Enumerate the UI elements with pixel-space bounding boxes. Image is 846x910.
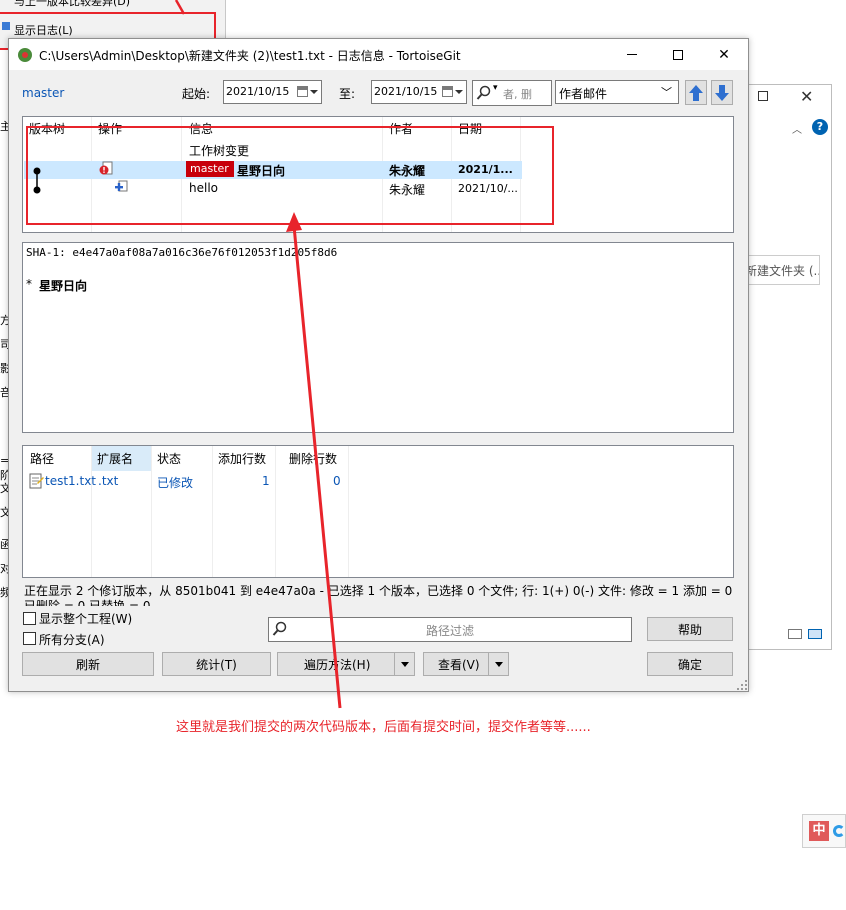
ime-indicator[interactable]: 中 xyxy=(802,814,846,848)
ime-language-label: 中 xyxy=(809,821,829,841)
moon-icon xyxy=(833,825,845,837)
annotation-text: 这里就是我们提交的两次代码版本，后面有提交时间，提交作者等等...... xyxy=(176,720,591,735)
annotation-arrow xyxy=(174,0,342,709)
